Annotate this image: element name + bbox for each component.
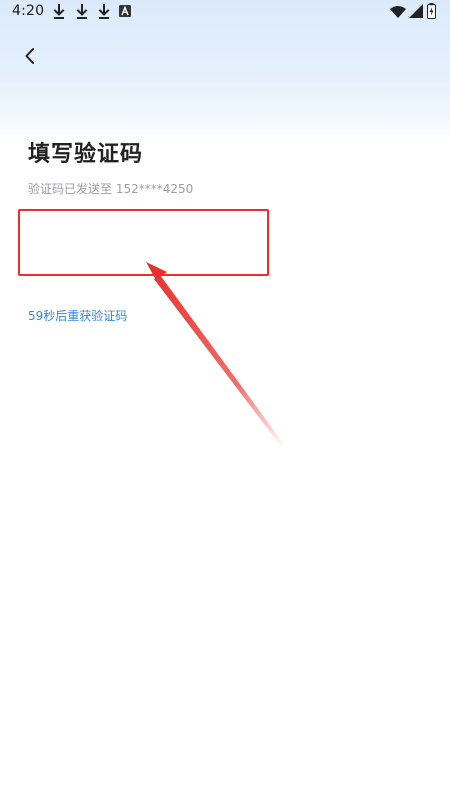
download-icon	[53, 4, 65, 19]
signal-icon	[409, 4, 423, 18]
back-button[interactable]	[16, 42, 44, 70]
download-icon	[98, 4, 110, 19]
wifi-icon	[390, 6, 406, 18]
status-time: 4:20	[12, 3, 45, 19]
status-bar: 4:20	[0, 0, 450, 24]
battery-charging-icon	[427, 3, 436, 19]
verification-code-input[interactable]	[28, 222, 262, 268]
sent-to-text: 验证码已发送至 152****4250	[28, 182, 194, 196]
page-title: 填写验证码	[28, 142, 144, 167]
resend-countdown[interactable]: 59秒后重获验证码	[28, 307, 127, 324]
annotation-arrow	[146, 262, 286, 449]
chevron-left-icon	[25, 48, 34, 64]
annotation-arrow-shaft	[154, 275, 286, 449]
download-icon	[76, 4, 88, 19]
verification-code-page: 4:20 填写验证码 验证码已发送至 152****4250 59秒后重获验证码	[0, 0, 450, 800]
a-badge-icon	[119, 5, 131, 17]
